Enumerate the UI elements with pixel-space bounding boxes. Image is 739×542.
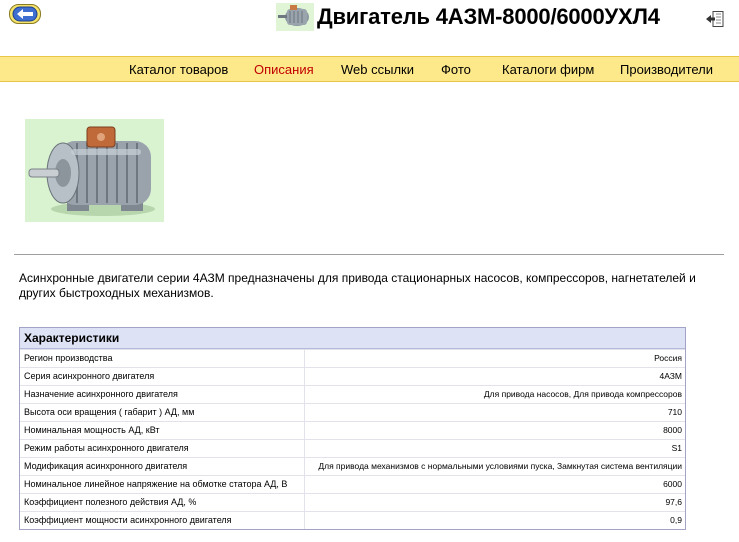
nav-item-company-catalogs[interactable]: Каталоги фирм	[502, 62, 594, 77]
table-row: Коэффициент мощности асинхронного двигат…	[20, 511, 685, 529]
spec-value: 4АЗМ	[659, 371, 682, 381]
page-title: Двигатель 4АЗМ-8000/6000УХЛ4	[317, 4, 660, 29]
spec-label: Коэффициент мощности асинхронного двигат…	[20, 512, 305, 529]
spec-label: Коэффициент полезного действия АД, %	[20, 494, 305, 511]
spec-value: Для привода механизмов с нормальными усл…	[318, 461, 682, 471]
spec-value: 8000	[663, 425, 682, 435]
spec-label: Высота оси вращения ( габарит ) АД, мм	[20, 404, 305, 421]
specs-header: Характеристики	[20, 328, 685, 349]
table-row: Режим работы асинхронного двигателя S1	[20, 439, 685, 457]
nav-item-photo[interactable]: Фото	[441, 62, 471, 77]
nav-item-web-links[interactable]: Web ссылки	[341, 62, 414, 77]
specs-table: Характеристики Регион производства Росси…	[19, 327, 686, 530]
nav-item-manufacturers[interactable]: Производители	[620, 62, 713, 77]
nav-item-descriptions[interactable]: Описания	[254, 62, 314, 77]
exit-button[interactable]	[705, 10, 725, 28]
spec-label: Регион производства	[20, 350, 305, 367]
product-photo	[25, 119, 164, 222]
table-row: Номинальная мощность АД, кВт 8000	[20, 421, 685, 439]
table-row: Серия асинхронного двигателя 4АЗМ	[20, 367, 685, 385]
spec-value: 97,6	[665, 497, 682, 507]
product-description: Асинхронные двигатели серии 4АЗМ предназ…	[19, 271, 696, 300]
arrow-left-icon	[9, 4, 41, 24]
spec-label: Номинальная мощность АД, кВт	[20, 422, 305, 439]
table-row: Коэффициент полезного действия АД, % 97,…	[20, 493, 685, 511]
spec-label: Режим работы асинхронного двигателя	[20, 440, 305, 457]
table-row: Назначение асинхронного двигателя Для пр…	[20, 385, 685, 403]
table-row: Высота оси вращения ( габарит ) АД, мм 7…	[20, 403, 685, 421]
divider	[14, 254, 724, 255]
table-row: Номинальное линейное напряжение на обмот…	[20, 475, 685, 493]
spec-label: Серия асинхронного двигателя	[20, 368, 305, 385]
spec-label: Модификация асинхронного двигателя	[20, 458, 305, 475]
main-nav: Каталог товаров Описания Web ссылки Фото…	[0, 56, 739, 82]
spec-label: Номинальное линейное напряжение на обмот…	[20, 476, 305, 493]
back-button[interactable]	[9, 4, 41, 24]
spec-value: Россия	[654, 353, 682, 363]
table-row: Модификация асинхронного двигателя Для п…	[20, 457, 685, 475]
table-row: Регион производства Россия	[20, 349, 685, 367]
motor-thumbnail-icon	[276, 3, 314, 31]
page-header: Двигатель 4АЗМ-8000/6000УХЛ4	[276, 0, 660, 34]
spec-value: 6000	[663, 479, 682, 489]
spec-value: 710	[667, 407, 682, 417]
spec-value: Для привода насосов, Для привода компрес…	[483, 389, 682, 399]
spec-label: Назначение асинхронного двигателя	[20, 386, 305, 403]
spec-value: 0,9	[670, 515, 682, 525]
nav-item-catalog[interactable]: Каталог товаров	[129, 62, 228, 77]
spec-value: S1	[671, 443, 682, 453]
exit-icon	[706, 11, 724, 27]
